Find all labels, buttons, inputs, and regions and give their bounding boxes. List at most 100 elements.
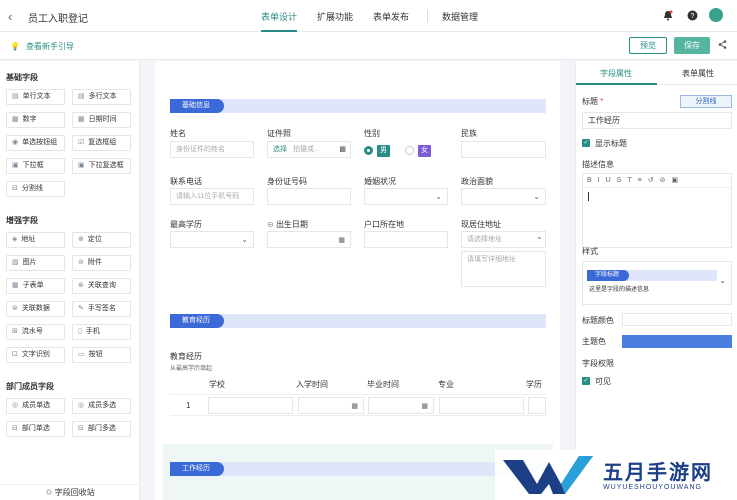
field-checkbox-group[interactable]: ☑ 复选框组 — [72, 135, 131, 151]
phone-icon: ▯ — [78, 328, 82, 335]
end-date-input[interactable]: ▦ — [368, 397, 434, 414]
visible-checkbox[interactable]: ✓ — [582, 377, 590, 385]
align-icon[interactable]: ≡ — [638, 174, 642, 187]
ethnic-input[interactable] — [461, 141, 546, 158]
section-header-education[interactable]: 教育经历 — [170, 314, 546, 328]
field-geolocation[interactable]: ⊕ 定位 — [72, 232, 131, 248]
gender-male-radio[interactable] — [364, 146, 373, 155]
idcard-input[interactable] — [267, 188, 351, 205]
field-button[interactable]: ▭ 按钮 — [72, 347, 131, 363]
hukou-input[interactable] — [364, 231, 448, 248]
theme-color-picker[interactable] — [622, 335, 732, 348]
property-tabs: 字段属性 表单属性 — [576, 61, 737, 85]
field-dropdown-multi[interactable]: ▣ 下拉复选框 — [72, 158, 131, 174]
field-mobile[interactable]: ▯ 手机 — [72, 324, 131, 340]
field-radio-group[interactable]: ◉ 单选按钮组 — [6, 135, 65, 151]
title-color-picker[interactable] — [622, 313, 732, 326]
field-serial-number[interactable]: ⊞ 流水号 — [6, 324, 65, 340]
qrcode-icon[interactable]: ▩ — [339, 142, 346, 157]
field-dropdown[interactable]: ▣ 下拉框 — [6, 158, 65, 174]
upload-select-link[interactable]: 选择 — [273, 146, 287, 153]
divider-icon: ⊟ — [12, 185, 18, 192]
edu-table-subtitle: 从最高学历填起 — [170, 366, 213, 372]
show-title-checkbox[interactable]: ✓ — [582, 139, 590, 147]
logo-mark — [503, 456, 593, 494]
title-input[interactable]: 工作经历 — [582, 112, 732, 129]
divider-type-button[interactable]: 分割线 — [680, 95, 732, 108]
field-subform[interactable]: ▦ 子表单 — [6, 278, 65, 294]
tab-field-properties[interactable]: 字段属性 — [600, 68, 632, 79]
birthday-input[interactable]: ▦ — [267, 231, 351, 248]
link-icon[interactable]: ⊘ — [660, 174, 666, 187]
show-title-label: 显示标题 — [595, 139, 627, 148]
chevron-left-icon[interactable]: ‹ — [8, 9, 12, 24]
field-dept-single[interactable]: ⊟ 部门单选 — [6, 421, 65, 437]
recycle-bin-button[interactable]: ♲ 字段回收站 — [0, 484, 140, 500]
table-icon: ▦ — [12, 282, 19, 289]
field-number[interactable]: ▦ 数字 — [6, 112, 65, 128]
text-color-icon[interactable]: T — [627, 174, 631, 187]
style-preview-desc: 这里是字段的描述信息 — [589, 287, 650, 293]
preview-button[interactable]: 预览 — [629, 37, 667, 54]
field-ocr[interactable]: ⊡ 文字识别 — [6, 347, 65, 363]
bold-icon[interactable]: B — [587, 174, 592, 187]
share-icon[interactable] — [718, 40, 727, 51]
calendar-icon: ▦ — [351, 403, 358, 410]
field-dept-multi[interactable]: ⊟ 部门多选 — [72, 421, 131, 437]
tab-form-design[interactable]: 表单设计 — [255, 0, 303, 32]
field-image[interactable]: ▧ 图片 — [6, 255, 65, 271]
field-divider[interactable]: ⊟ 分割线 — [6, 181, 65, 197]
field-linked-data[interactable]: ⊜ 关联数据 — [6, 301, 65, 317]
paragraph-icon: ▤ — [78, 93, 85, 100]
tab-extensions[interactable]: 扩展功能 — [311, 0, 359, 32]
upload-hint: 拍摄或... — [292, 146, 320, 153]
tab-publish[interactable]: 表单发布 — [367, 0, 415, 32]
degree-select[interactable] — [528, 397, 546, 414]
bell-icon[interactable] — [661, 8, 675, 22]
field-single-line-text[interactable]: ▤ 单行文本 — [6, 89, 65, 105]
save-button[interactable]: 保存 — [674, 37, 710, 54]
section-header-basic[interactable]: 基础信息 — [170, 99, 546, 113]
phone-input[interactable]: 请输入11位手机号码 — [170, 188, 254, 205]
image-icon[interactable]: ▣ — [671, 174, 678, 187]
phone-label: 联系电话 — [170, 177, 202, 186]
strikethrough-icon[interactable]: S — [617, 174, 622, 187]
major-input[interactable] — [439, 397, 524, 414]
start-date-input[interactable]: ▦ — [298, 397, 364, 414]
education-select[interactable]: ⌄ — [170, 231, 254, 248]
style-select[interactable]: 字段标题 这里是字段的描述信息 ⌄ — [582, 261, 732, 305]
avatar[interactable] — [709, 8, 723, 22]
gender-female-radio[interactable] — [405, 146, 414, 155]
guide-link[interactable]: 💡 查看新手引导 — [10, 41, 74, 52]
section-header-work[interactable]: 工作经历 — [170, 462, 546, 476]
address-select[interactable]: 请选择地址 — [461, 231, 546, 248]
underline-icon[interactable]: U — [606, 174, 611, 187]
school-input[interactable] — [208, 397, 293, 414]
field-signature[interactable]: ✎ 手写签名 — [72, 301, 131, 317]
tab-data-management[interactable]: 数据管理 — [436, 0, 484, 32]
style-preview-bar: 字段标题 — [587, 270, 717, 281]
field-address[interactable]: ◈ 地址 — [6, 232, 65, 248]
field-multi-line-text[interactable]: ▤ 多行文本 — [72, 89, 131, 105]
political-select[interactable]: ⌄ — [461, 188, 546, 205]
checkbox-icon: ☑ — [78, 139, 85, 146]
field-linked-query[interactable]: ⊛ 关联查询 — [72, 278, 131, 294]
field-member-multi[interactable]: ◎ 成员多选 — [72, 398, 131, 414]
field-attachment[interactable]: ⊘ 附件 — [72, 255, 131, 271]
italic-icon[interactable]: I — [598, 174, 600, 187]
rich-text-editor[interactable]: B I U S T ≡ ↺ ⊘ ▣ — [582, 173, 732, 248]
radio-icon: ◉ — [12, 139, 19, 146]
field-member-single[interactable]: ◎ 成员单选 — [6, 398, 65, 414]
marital-select[interactable]: ⌄ — [364, 188, 448, 205]
name-input[interactable]: 身份证件的姓名 — [170, 141, 254, 158]
id-photo-upload[interactable]: 选择 拍摄或... ▩ — [267, 141, 351, 158]
permission-label: 字段权限 — [582, 359, 614, 368]
undo-icon[interactable]: ↺ — [648, 174, 654, 187]
tab-form-properties[interactable]: 表单属性 — [682, 68, 714, 79]
help-icon[interactable]: ? — [685, 8, 699, 22]
watermark-subtitle: WUYUESHOUYOUWANG — [603, 484, 702, 491]
address-detail-input[interactable]: 请填写详细地址 — [461, 251, 546, 287]
calendar-icon: ▦ — [78, 116, 85, 123]
field-datetime[interactable]: ▦ 日期时间 — [72, 112, 131, 128]
watermark-logo: 五月手游网 WUYUESHOUYOUWANG — [495, 450, 737, 500]
